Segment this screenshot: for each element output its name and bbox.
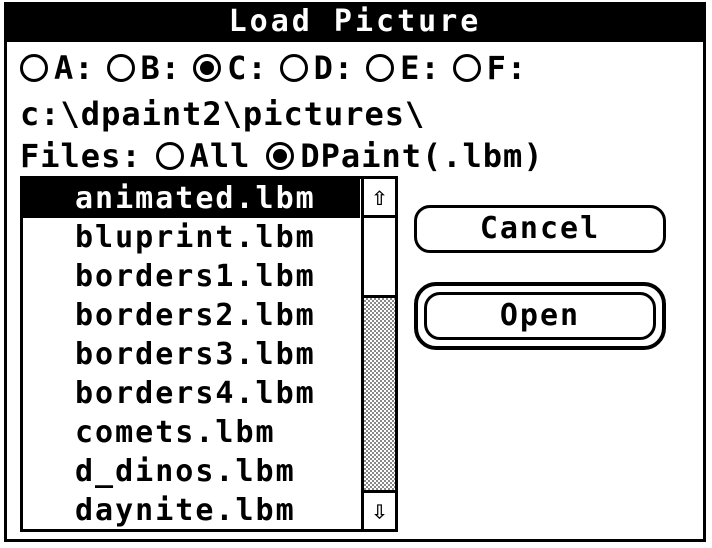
list-item[interactable]: borders1.lbm <box>23 257 360 296</box>
drive-option-d[interactable]: D: <box>279 46 355 90</box>
cancel-button[interactable]: Cancel <box>414 205 666 253</box>
dialog-title: Load Picture <box>4 2 706 42</box>
drive-option-c[interactable]: C: <box>193 46 268 90</box>
list-item[interactable]: d_dinos.lbm <box>23 452 360 491</box>
open-button-default-ring: Open <box>414 282 666 350</box>
list-item[interactable]: animated.lbm <box>23 179 360 218</box>
radio-selected-icon[interactable] <box>193 54 222 82</box>
radio-selected-icon[interactable] <box>266 142 295 170</box>
filter-option-label: All <box>189 137 251 175</box>
down-arrow-icon[interactable]: ⇩ <box>364 490 395 529</box>
list-item[interactable]: borders4.lbm <box>23 374 360 413</box>
radio-icon[interactable] <box>366 54 395 82</box>
filter-label: Files: <box>20 137 142 175</box>
drive-label: E: <box>400 49 441 87</box>
list-item[interactable]: comets.lbm <box>23 413 360 452</box>
drive-label: F: <box>486 49 528 87</box>
drive-label: D: <box>313 49 355 87</box>
drive-option-a[interactable]: A: <box>20 46 95 90</box>
up-arrow-icon[interactable]: ⇧ <box>364 179 395 218</box>
open-button[interactable]: Open <box>424 292 656 340</box>
radio-icon[interactable] <box>20 54 48 82</box>
current-path: c:\dpaint2\pictures\ <box>20 95 426 133</box>
vertical-scrollbar[interactable]: ⇧ ⇩ <box>361 179 395 529</box>
file-filter: Files: All DPaint(.lbm) <box>20 134 560 178</box>
filter-option-label: DPaint(.lbm) <box>300 137 544 175</box>
list-item[interactable]: daynite.lbm <box>23 491 360 529</box>
radio-icon[interactable] <box>452 54 481 82</box>
radio-icon[interactable] <box>106 54 135 82</box>
drive-label: C: <box>227 49 268 87</box>
file-list[interactable]: animated.lbm bluprint.lbm borders1.lbm b… <box>20 176 398 532</box>
drive-option-e[interactable]: E: <box>366 46 441 90</box>
drive-option-f[interactable]: F: <box>452 46 528 90</box>
drive-label: A: <box>54 49 95 87</box>
drive-label: B: <box>140 49 182 87</box>
scrollbar-thumb[interactable] <box>364 218 395 298</box>
filter-option-dpaint[interactable]: DPaint(.lbm) <box>266 134 543 178</box>
file-list-items: animated.lbm bluprint.lbm borders1.lbm b… <box>23 179 360 529</box>
radio-icon[interactable] <box>279 54 308 82</box>
drive-option-b[interactable]: B: <box>106 46 182 90</box>
radio-icon[interactable] <box>155 142 184 170</box>
list-item[interactable]: borders2.lbm <box>23 296 360 335</box>
drive-selector: A: B: C: D: E: F: <box>20 46 539 90</box>
filter-option-all[interactable]: All <box>155 134 251 178</box>
list-item[interactable]: bluprint.lbm <box>23 218 360 257</box>
scrollbar-track[interactable] <box>364 218 395 490</box>
list-item[interactable]: borders3.lbm <box>23 335 360 374</box>
